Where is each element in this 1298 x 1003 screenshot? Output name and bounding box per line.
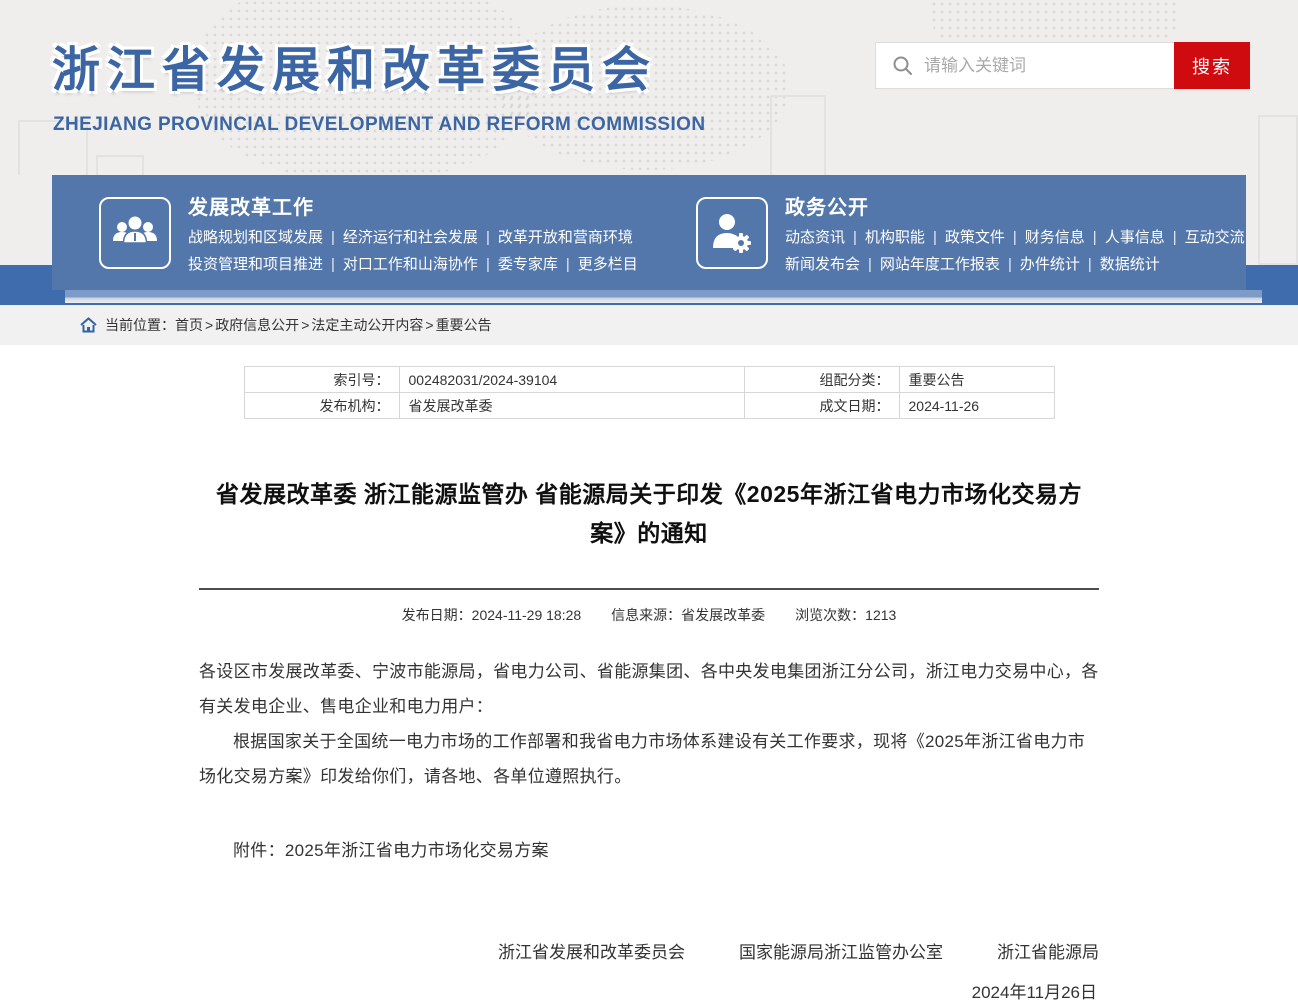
- article: 索引号： 002482031/2024-39104 组配分类： 重要公告 发布机…: [199, 366, 1099, 1003]
- nav-link[interactable]: 动态资讯: [785, 229, 845, 246]
- nav-section-title[interactable]: 发展改革工作: [188, 191, 638, 220]
- nav-link[interactable]: 财务信息: [1025, 229, 1085, 246]
- meta-value-date: 2024-11-26: [899, 393, 1054, 419]
- nav-links-row: 新闻发布会 | 网站年度工作报表 | 办件统计 | 数据统计: [785, 256, 1245, 274]
- meta-row: 发布机构： 省发展改革委 成文日期： 2024-11-26: [244, 393, 1054, 419]
- breadcrumb-separator: >: [301, 317, 309, 333]
- meta-value-index: 002482031/2024-39104: [399, 367, 744, 393]
- nav-link-separator: |: [1013, 229, 1017, 246]
- nav-link[interactable]: 机构职能: [865, 229, 925, 246]
- info-source: 信息来源：省发展改革委: [611, 605, 765, 625]
- attachment-link[interactable]: 附件：2025年浙江省电力市场化交易方案: [199, 833, 1099, 868]
- nav-section-government-affairs: 政务公开 动态资讯|机构职能|政策文件|财务信息|人事信息|互动交流 新闻发布会…: [649, 175, 1246, 290]
- meta-label-category: 组配分类：: [744, 367, 899, 393]
- meta-value-issuer: 省发展改革委: [399, 393, 744, 419]
- nav-links-row: 动态资讯 | 机构职能 | 政策文件 | 财务信息 | 人事信息 | 互动交流: [785, 229, 1245, 247]
- breadcrumb-item[interactable]: 政府信息公开: [215, 317, 299, 333]
- nav-link-separator: |: [1173, 229, 1177, 246]
- publish-date: 发布日期：2024-11-29 18:28: [402, 605, 582, 625]
- nav-link[interactable]: 更多栏目: [578, 256, 638, 273]
- breadcrumb-item[interactable]: 法定主动公开内容: [311, 317, 423, 333]
- nav-link[interactable]: 政策文件: [945, 229, 1005, 246]
- people-group-icon: [99, 197, 171, 269]
- signature-org: 浙江省发展和改革委员会: [498, 938, 685, 963]
- nav-link[interactable]: 投资管理和项目推进: [188, 256, 323, 273]
- site-title: 浙江省发展和改革委员会: [52, 30, 657, 100]
- article-body: 各设区市发展改革委、宁波市能源局，省电力公司、省能源集团、各中央发电集团浙江分公…: [199, 654, 1099, 868]
- person-gear-icon: [696, 197, 768, 269]
- meta-label-date: 成文日期：: [744, 393, 899, 419]
- sign-date: 2024年11月26日: [199, 978, 1099, 1003]
- nav-link[interactable]: 网站年度工作报表: [880, 256, 1000, 273]
- meta-table: 索引号： 002482031/2024-39104 组配分类： 重要公告 发布机…: [244, 366, 1055, 419]
- search-button[interactable]: 搜索: [1174, 42, 1250, 89]
- nav-link[interactable]: 改革开放和营商环境: [498, 229, 633, 246]
- site-header: 浙江省发展和改革委员会 ZHEJIANG PROVINCIAL DEVELOPM…: [0, 0, 1298, 175]
- page: 浙江省发展和改革委员会 ZHEJIANG PROVINCIAL DEVELOPM…: [0, 0, 1298, 1003]
- nav-link-separator: |: [868, 256, 872, 273]
- nav-link-separator: |: [486, 256, 490, 273]
- meta-row: 索引号： 002482031/2024-39104 组配分类： 重要公告: [244, 367, 1054, 393]
- paragraph: 根据国家关于全国统一电力市场的工作部署和我省电力市场体系建设有关工作要求，现将《…: [199, 724, 1099, 794]
- nav-section-title[interactable]: 政务公开: [785, 191, 1245, 220]
- paragraph: 各设区市发展改革委、宁波市能源局，省电力公司、省能源集团、各中央发电集团浙江分公…: [199, 654, 1099, 724]
- view-count: 浏览次数：1213: [795, 605, 896, 625]
- home-icon[interactable]: [80, 317, 97, 333]
- meta-label-index: 索引号：: [244, 367, 399, 393]
- nav-link[interactable]: 数据统计: [1100, 256, 1160, 273]
- breadcrumb-label: 当前位置：: [105, 315, 175, 335]
- site-subtitle: ZHEJIANG PROVINCIAL DEVELOPMENT AND REFO…: [53, 114, 705, 136]
- meta-label-issuer: 发布机构：: [244, 393, 399, 419]
- nav-links-row: 战略规划和区域发展 | 经济运行和社会发展 | 改革开放和营商环境: [188, 229, 638, 247]
- building-silhouette: [770, 95, 826, 175]
- publish-info: 发布日期：2024-11-29 18:28 信息来源：省发展改革委 浏览次数：1…: [199, 605, 1099, 625]
- nav-link-separator: |: [566, 256, 570, 273]
- breadcrumb-separator: >: [205, 317, 213, 333]
- nav-link[interactable]: 互动交流: [1185, 229, 1245, 246]
- nav-link[interactable]: 新闻发布会: [785, 256, 860, 273]
- title-divider: [199, 588, 1099, 590]
- nav-link-separator: |: [1008, 256, 1012, 273]
- signature-org: 浙江省能源局: [997, 938, 1099, 963]
- nav-link[interactable]: 经济运行和社会发展: [343, 229, 478, 246]
- nav-link-separator: |: [853, 229, 857, 246]
- primary-nav: 发展改革工作 战略规划和区域发展 | 经济运行和社会发展 | 改革开放和营商环境 投资管…: [0, 175, 1298, 305]
- search-box: 搜索: [875, 42, 1250, 89]
- nav-link[interactable]: 战略规划和区域发展: [188, 229, 323, 246]
- nav-links-row: 投资管理和项目推进 | 对口工作和山海协作 | 委专家库 | 更多栏目: [188, 256, 638, 274]
- nav-link-separator: |: [1093, 229, 1097, 246]
- nav-shadow: [65, 290, 1262, 303]
- nav-link[interactable]: 对口工作和山海协作: [343, 256, 478, 273]
- signatures: 浙江省发展和改革委员会 国家能源局浙江监管办公室 浙江省能源局: [199, 938, 1099, 963]
- breadcrumb-path: 首页>政府信息公开>法定主动公开内容>重要公告: [175, 315, 492, 335]
- nav-link[interactable]: 委专家库: [498, 256, 558, 273]
- breadcrumb-item[interactable]: 首页: [175, 317, 203, 333]
- search-input[interactable]: [914, 43, 1174, 88]
- nav-link-separator: |: [1088, 256, 1092, 273]
- article-title: 省发展改革委 浙江能源监管办 省能源局关于印发《2025年浙江省电力市场化交易方…: [199, 475, 1099, 553]
- nav-link-separator: |: [331, 256, 335, 273]
- breadcrumb: 当前位置： 首页>政府信息公开>法定主动公开内容>重要公告: [0, 305, 1298, 345]
- nav-section-development-reform: 发展改革工作 战略规划和区域发展 | 经济运行和社会发展 | 改革开放和营商环境 投资管…: [52, 175, 649, 290]
- signature-org: 国家能源局浙江监管办公室: [739, 938, 943, 963]
- nav-link[interactable]: 办件统计: [1020, 256, 1080, 273]
- nav-link-separator: |: [486, 229, 490, 246]
- nav-link-separator: |: [933, 229, 937, 246]
- breadcrumb-item[interactable]: 重要公告: [436, 317, 492, 333]
- nav-link[interactable]: 人事信息: [1105, 229, 1165, 246]
- building-silhouette: [1258, 115, 1298, 265]
- breadcrumb-separator: >: [425, 317, 433, 333]
- nav-panel: 发展改革工作 战略规划和区域发展 | 经济运行和社会发展 | 改革开放和营商环境 投资管…: [52, 175, 1246, 290]
- nav-link-separator: |: [331, 229, 335, 246]
- meta-value-category: 重要公告: [899, 367, 1054, 393]
- search-icon: [892, 55, 914, 77]
- building-silhouette: [96, 155, 144, 175]
